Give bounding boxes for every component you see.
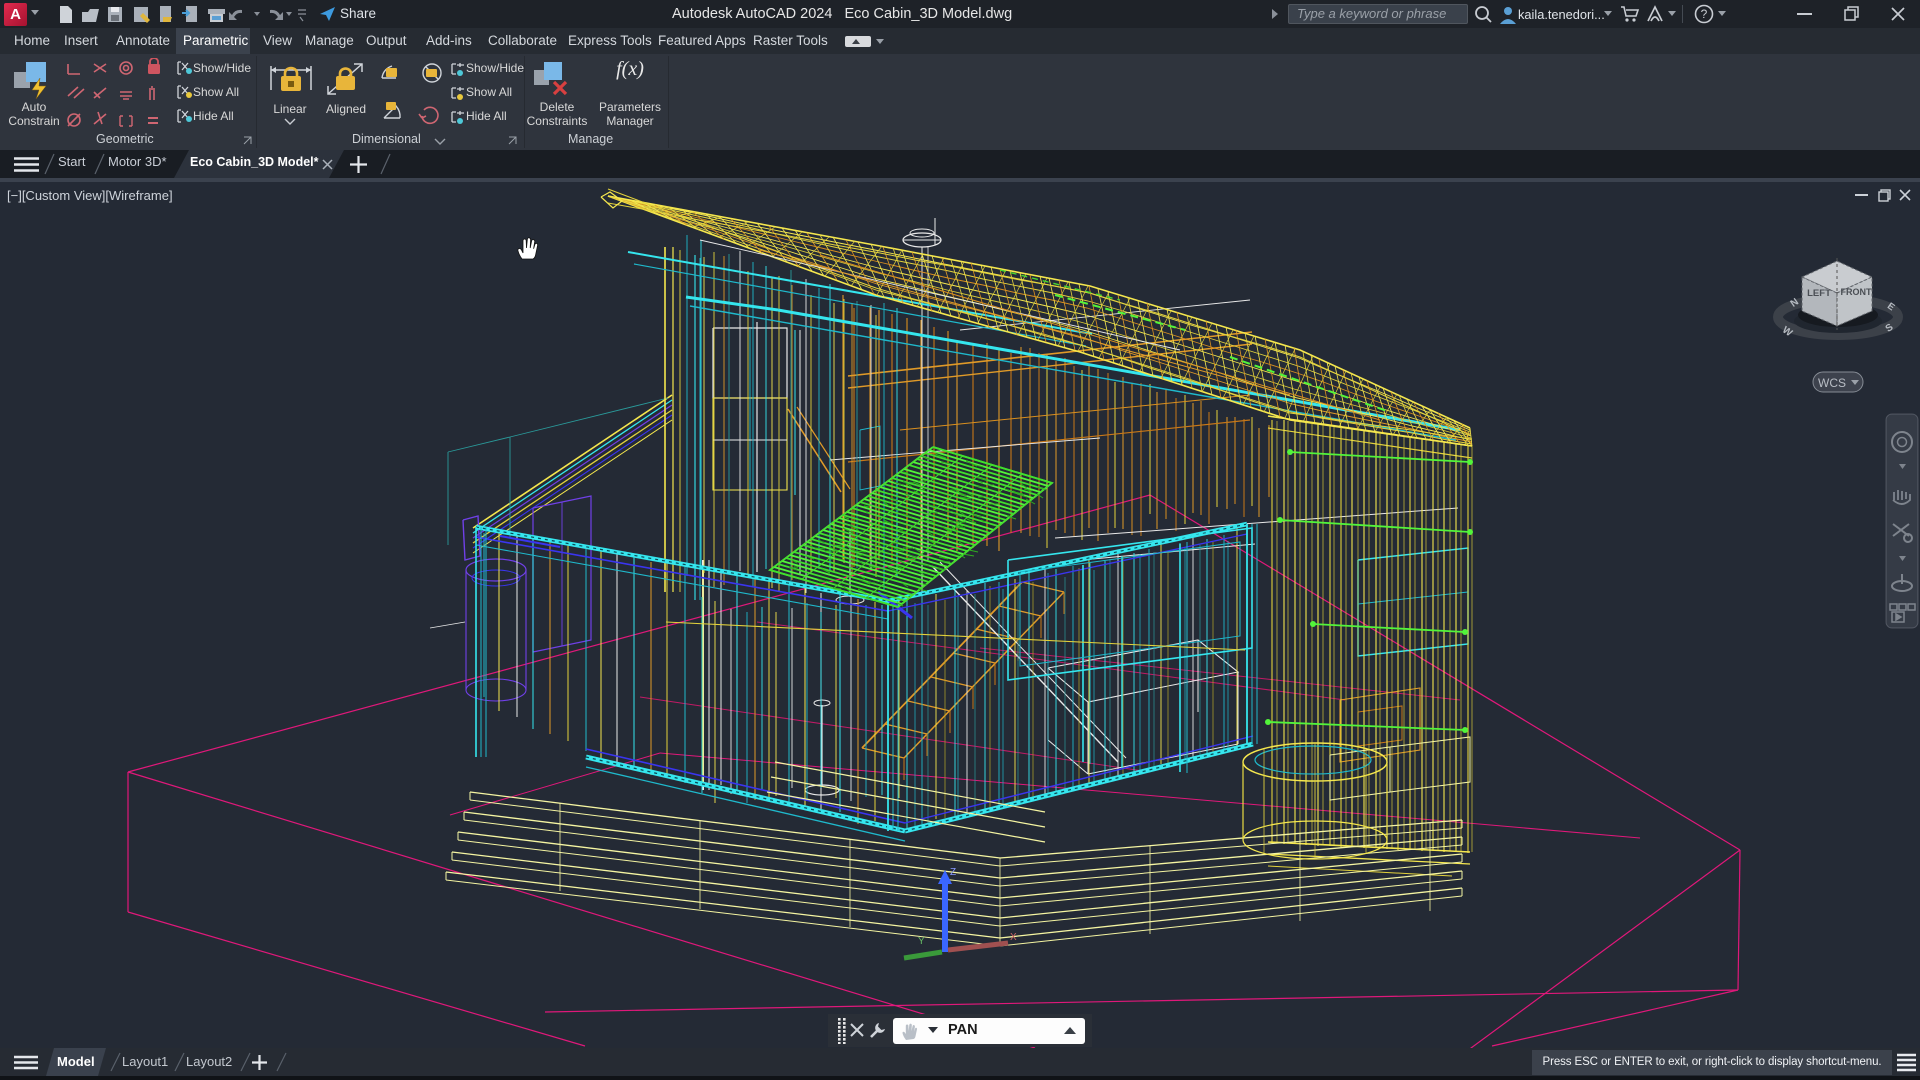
svg-text:X: X (1010, 932, 1017, 943)
svg-text:FRONT: FRONT (1841, 287, 1872, 297)
svg-text:WCS: WCS (1818, 376, 1846, 390)
svg-text:Z: Z (950, 867, 956, 878)
svg-text:?: ? (1701, 7, 1708, 21)
svg-text:Y: Y (918, 936, 925, 947)
svg-text:LEFT: LEFT (1807, 288, 1831, 299)
